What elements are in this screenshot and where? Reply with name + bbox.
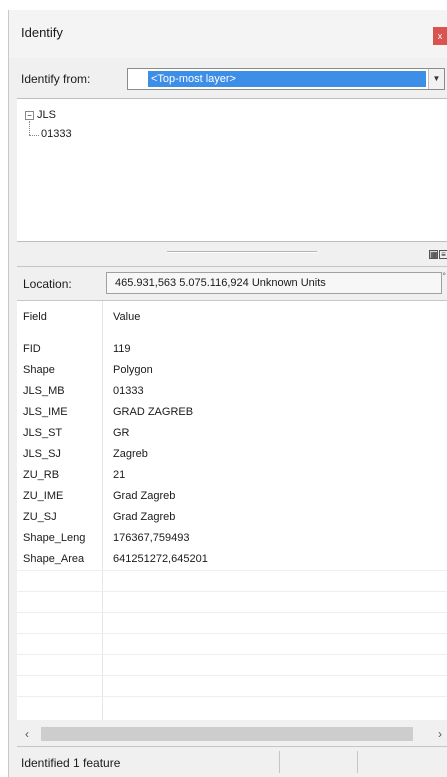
field-value: 01333: [113, 385, 144, 397]
field-name: ZU_IME: [23, 490, 64, 502]
row-divider: [17, 591, 447, 592]
row-divider: [17, 696, 447, 697]
field-value: 119: [113, 343, 131, 355]
splitter-grip[interactable]: [167, 251, 317, 253]
horizontal-scrollbar[interactable]: ‹ ›: [17, 723, 447, 745]
field-value: Grad Zagreb: [113, 511, 176, 523]
row-divider: [17, 570, 447, 571]
tree-node-layer[interactable]: − JLS: [25, 109, 56, 121]
grid-view-icon[interactable]: ▦: [429, 250, 438, 259]
tree-node-feature[interactable]: 01333: [41, 128, 72, 140]
row-divider: [17, 654, 447, 655]
field-name: JLS_IME: [23, 406, 68, 418]
field-value: GRAD ZAGREB: [113, 406, 194, 418]
field-value: Zagreb: [113, 448, 148, 460]
table-row[interactable]: Shape_Leng 176367,759493: [17, 528, 447, 549]
table-row[interactable]: JLS_IME GRAD ZAGREB: [17, 402, 447, 423]
field-name: JLS_MB: [23, 385, 65, 397]
scroll-thumb[interactable]: [41, 727, 413, 741]
table-row[interactable]: JLS_MB 01333: [17, 381, 447, 402]
status-divider: [357, 751, 358, 773]
field-name: Shape_Area: [23, 553, 85, 565]
identify-from-row: Identify from: <Top-most layer> ▼: [9, 62, 447, 96]
row-divider: [17, 675, 447, 676]
status-text: Identified 1 feature: [21, 756, 121, 770]
identify-from-selected[interactable]: <Top-most layer>: [148, 71, 426, 87]
field-value: Grad Zagreb: [113, 490, 176, 502]
attribute-table: Field Value FID 119 Shape Polygon JLS_MB 01…: [17, 300, 447, 720]
location-label: Location:: [23, 277, 72, 291]
scroll-left-icon[interactable]: ‹: [25, 727, 29, 741]
status-divider: [279, 751, 280, 773]
view-toggle-icons[interactable]: ▦ ≡: [428, 250, 447, 259]
identify-from-dropdown[interactable]: <Top-most layer> ▼: [127, 68, 445, 90]
table-row[interactable]: JLS_SJ Zagreb: [17, 444, 447, 465]
field-name: Shape_Leng: [23, 532, 86, 544]
window-title: Identify: [21, 25, 63, 40]
location-marker-icon: °: [442, 271, 446, 281]
field-column-header[interactable]: Field: [23, 307, 47, 328]
field-name: ZU_RB: [23, 469, 60, 481]
table-header-row: Field Value: [17, 307, 447, 328]
value-column-header[interactable]: Value: [113, 307, 140, 328]
close-button[interactable]: x: [433, 27, 447, 45]
field-value: 176367,759493: [113, 532, 190, 544]
field-name: JLS_ST: [23, 427, 63, 439]
field-value: 21: [113, 469, 126, 481]
tree-connector: [29, 135, 39, 136]
list-view-icon[interactable]: ≡: [439, 250, 447, 259]
field-name: ZU_SJ: [23, 511, 57, 523]
dropdown-arrow-icon[interactable]: ▼: [428, 69, 444, 89]
table-row[interactable]: FID 119: [17, 339, 447, 360]
scroll-right-icon[interactable]: ›: [438, 727, 442, 741]
row-divider: [17, 633, 447, 634]
row-divider: [17, 612, 447, 613]
table-row[interactable]: ZU_RB 21: [17, 465, 447, 486]
field-name: JLS_SJ: [23, 448, 61, 460]
tree-node-layer-label: JLS: [37, 109, 56, 121]
status-bar: Identified 1 feature: [17, 746, 447, 777]
title-bar: Identify x: [9, 10, 447, 58]
table-row[interactable]: JLS_ST GR: [17, 423, 447, 444]
panel-splitter[interactable]: ▦ ≡: [17, 242, 447, 264]
field-name: Shape: [23, 364, 55, 376]
collapse-icon[interactable]: −: [25, 111, 34, 120]
location-row: Location: 465.931,563 5.075.116,924 Unkn…: [17, 266, 447, 298]
table-row[interactable]: ZU_IME Grad Zagreb: [17, 486, 447, 507]
field-value: Polygon: [113, 364, 153, 376]
field-name: FID: [23, 343, 41, 355]
identify-window: Identify x Identify from: <Top-most laye…: [8, 10, 447, 777]
location-field: 465.931,563 5.075.116,924 Unknown Units: [106, 272, 442, 294]
field-value: GR: [113, 427, 130, 439]
results-tree: − JLS 01333: [17, 98, 447, 242]
field-value: 641251272,645201: [113, 553, 208, 565]
identify-from-label: Identify from:: [21, 72, 91, 86]
tree-connector: [29, 121, 30, 135]
table-row[interactable]: Shape_Area 641251272,645201: [17, 549, 447, 570]
table-row[interactable]: Shape Polygon: [17, 360, 447, 381]
table-row[interactable]: ZU_SJ Grad Zagreb: [17, 507, 447, 528]
